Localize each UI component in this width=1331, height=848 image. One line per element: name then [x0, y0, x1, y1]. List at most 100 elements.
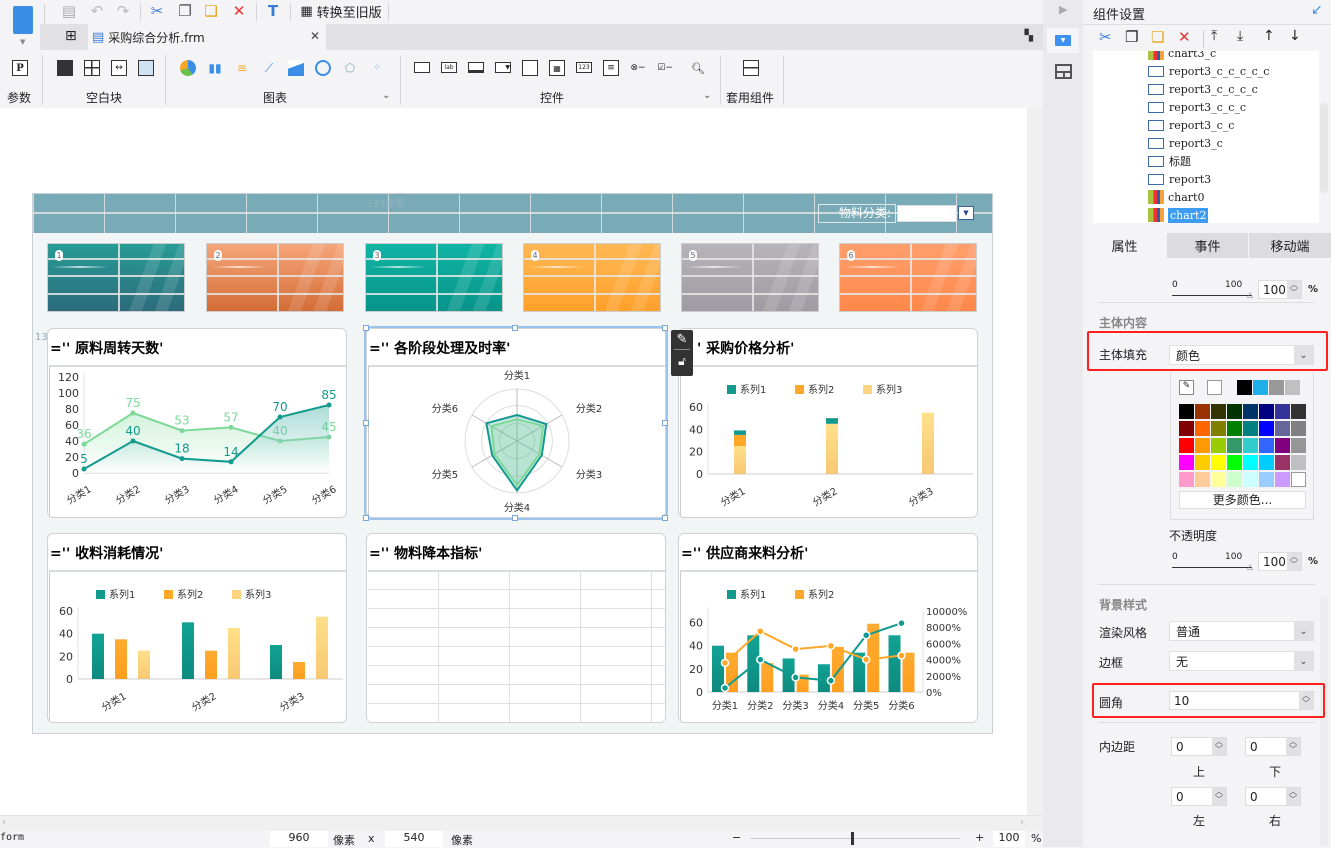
- app-logo-button[interactable]: ▼: [8, 4, 38, 46]
- tree-item[interactable]: report3_c_c: [1148, 117, 1234, 133]
- color-picker[interactable]: ✎ 更多颜色...: [1170, 372, 1314, 520]
- opacity-input[interactable]: 100 ︿ ﹀: [1258, 280, 1302, 299]
- card-purchase-price[interactable]: ' 采购价格分析' 系列1 系列2 系列3 0 20 40 60 分类1 分类2 分类3: [678, 328, 978, 518]
- zoom-slider-handle[interactable]: [851, 832, 854, 845]
- absolute-block-icon[interactable]: [57, 60, 73, 76]
- height-input[interactable]: 540: [385, 831, 443, 847]
- chevron-down-icon[interactable]: ⌄: [1294, 622, 1313, 640]
- color-swatch[interactable]: [1243, 438, 1258, 453]
- color-swatch[interactable]: [1211, 455, 1226, 470]
- scroll-right-icon[interactable]: ›: [1020, 817, 1024, 828]
- color-swatch[interactable]: [1237, 380, 1252, 395]
- card-receipt-consumption[interactable]: ='' 收料消耗情况' 系列1 系列2 系列3 0 20 40 60 分类1 分类2 分类3: [47, 533, 347, 723]
- color-swatch[interactable]: [1211, 438, 1226, 453]
- close-tab-icon[interactable]: ✕: [310, 29, 320, 43]
- stepper-icon[interactable]: ︿ ﹀: [1286, 788, 1300, 805]
- color-swatch[interactable]: [1243, 404, 1258, 419]
- color-swatch[interactable]: [1227, 404, 1242, 419]
- color-swatch[interactable]: [1195, 421, 1210, 436]
- horizontal-bar-chart-icon[interactable]: ≡: [234, 60, 250, 76]
- color-swatch[interactable]: [1207, 380, 1222, 395]
- horizontal-scrollbar[interactable]: ‹ ›: [0, 815, 1043, 831]
- color-swatch[interactable]: [1291, 421, 1306, 436]
- layout-icon[interactable]: [1055, 64, 1072, 79]
- material-category-input[interactable]: [897, 205, 957, 222]
- fill-type-select[interactable]: 颜色 ⌄: [1169, 345, 1314, 365]
- stepper-icon[interactable]: ︿ ﹀: [1299, 692, 1313, 709]
- collapse-arrow-icon[interactable]: ▶: [1059, 3, 1067, 16]
- radio-group-icon[interactable]: ⊗−: [630, 60, 646, 76]
- tab-block-icon[interactable]: [84, 60, 100, 76]
- tree-item[interactable]: report3_c: [1148, 135, 1223, 151]
- undo-icon[interactable]: ↶: [88, 2, 106, 20]
- color-swatch[interactable]: [1179, 455, 1194, 470]
- color-swatch[interactable]: [1243, 455, 1258, 470]
- tree-item[interactable]: report3_c_c_c_c: [1148, 81, 1258, 97]
- move-top-icon[interactable]: ⤒: [1211, 28, 1217, 44]
- padding-right-input[interactable]: 0 ︿ ﹀: [1245, 787, 1301, 806]
- color-swatch[interactable]: [1195, 455, 1210, 470]
- color-swatch[interactable]: [1227, 421, 1242, 436]
- edit-icon[interactable]: ✎: [674, 332, 690, 350]
- component-tree[interactable]: chart3_c report3_c_c_c_c_c report3_c_c_c_c…: [1093, 51, 1319, 223]
- eyedropper-icon[interactable]: ✎: [1179, 380, 1194, 395]
- move-up-icon[interactable]: ↑: [1263, 28, 1275, 44]
- resize-handle[interactable]: [363, 515, 369, 521]
- resize-handle[interactable]: [662, 420, 668, 426]
- tree-item[interactable]: report3_c_c_c_c_c: [1148, 63, 1269, 79]
- color-swatch[interactable]: [1291, 455, 1306, 470]
- material-category-dropdown-button[interactable]: ▼: [958, 206, 974, 220]
- color-swatch[interactable]: [1243, 421, 1258, 436]
- report-block-icon[interactable]: [138, 60, 154, 76]
- color-swatch[interactable]: [1291, 404, 1306, 419]
- color-swatch[interactable]: [1227, 438, 1242, 453]
- scatter-chart-icon[interactable]: ⁘: [369, 60, 385, 76]
- color-swatch[interactable]: [1291, 438, 1306, 453]
- widget-more-chevron-icon[interactable]: ⌄: [703, 90, 711, 101]
- list-widget-icon[interactable]: [522, 60, 538, 76]
- vertical-scrollbar[interactable]: [1027, 108, 1043, 815]
- pie-chart-icon[interactable]: [180, 60, 196, 76]
- stepper-icon[interactable]: ︿ ﹀: [1287, 281, 1301, 298]
- color-swatch[interactable]: [1195, 438, 1210, 453]
- color-swatch[interactable]: [1211, 472, 1226, 487]
- copy-icon[interactable]: ❐: [1125, 28, 1138, 46]
- kpi-tile[interactable]: 4: [523, 243, 661, 312]
- line-chart-icon[interactable]: ⟋: [261, 60, 277, 76]
- panel-scrollbar[interactable]: [1320, 596, 1328, 847]
- dock-arrow-icon[interactable]: ↙: [1311, 2, 1323, 18]
- tree-item[interactable]: chart0: [1148, 189, 1204, 205]
- chevron-down-icon[interactable]: ⌄: [1294, 346, 1313, 364]
- padding-left-input[interactable]: 0 ︿ ﹀: [1171, 787, 1227, 806]
- widget-settings-tab[interactable]: ▼: [1047, 28, 1079, 53]
- tree-item[interactable]: report3: [1148, 171, 1211, 187]
- color-swatch[interactable]: [1227, 455, 1242, 470]
- kpi-tile[interactable]: 1: [47, 243, 185, 312]
- move-bottom-icon[interactable]: ⤓: [1237, 28, 1243, 44]
- color-swatch[interactable]: [1259, 438, 1274, 453]
- color-swatch[interactable]: [1253, 380, 1268, 395]
- resize-handle[interactable]: [363, 325, 369, 331]
- tab-mobile[interactable]: 移动端: [1249, 233, 1331, 258]
- checkbox-group-icon[interactable]: ☑−: [657, 60, 673, 76]
- resize-handle[interactable]: [512, 325, 518, 331]
- color-swatch[interactable]: [1195, 404, 1210, 419]
- color-swatch[interactable]: [1259, 472, 1274, 487]
- tab-events[interactable]: 事件: [1167, 233, 1248, 258]
- redo-icon[interactable]: ↷: [114, 2, 132, 20]
- move-down-icon[interactable]: ↓: [1289, 28, 1301, 44]
- parameter-icon[interactable]: P: [12, 60, 28, 76]
- color-swatch[interactable]: [1179, 404, 1194, 419]
- color-swatch[interactable]: [1243, 472, 1258, 487]
- tree-item[interactable]: chart2: [1148, 207, 1209, 223]
- color-swatch[interactable]: [1227, 472, 1242, 487]
- color-swatch[interactable]: [1259, 404, 1274, 419]
- stepper-icon[interactable]: ︿ ﹀: [1212, 738, 1226, 755]
- save-icon[interactable]: ▤: [60, 2, 78, 20]
- kpi-tile[interactable]: 2: [206, 243, 344, 312]
- zoom-slider[interactable]: [750, 838, 960, 839]
- resize-handle[interactable]: [662, 325, 668, 331]
- radar-chart-icon[interactable]: ⬠: [342, 60, 358, 76]
- opacity-input[interactable]: 100 ︿ ﹀: [1258, 552, 1302, 571]
- opacity-slider[interactable]: [1172, 295, 1252, 296]
